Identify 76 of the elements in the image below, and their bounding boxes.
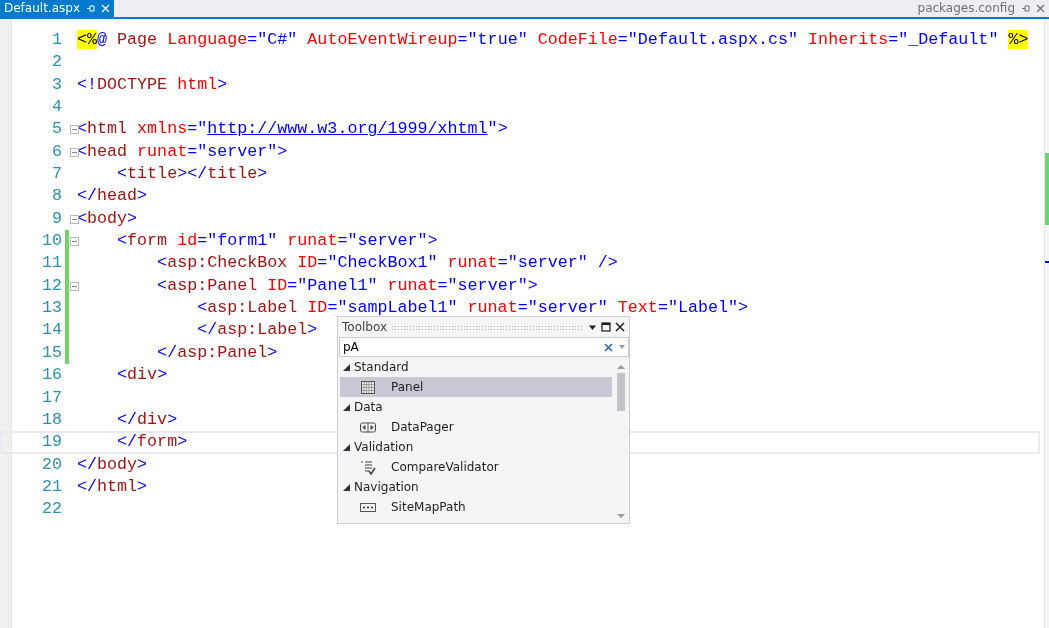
line-number: 16: [40, 364, 62, 387]
line-number: 6: [51, 140, 62, 163]
tab-label[interactable]: Default.aspx: [4, 0, 80, 17]
pager-icon: [360, 421, 376, 433]
pin-icon[interactable]: [1021, 4, 1030, 13]
search-field[interactable]: pA: [339, 337, 629, 357]
line-number: 3: [51, 73, 62, 96]
group-header[interactable]: Standard: [354, 358, 409, 376]
code-line: <!DOCTYPE html>: [77, 73, 228, 96]
vertical-scrollbar[interactable]: [1044, 19, 1049, 628]
toolbox-item[interactable]: SiteMapPath: [340, 497, 612, 517]
line-number: 21: [40, 475, 62, 498]
line-number: 10: [40, 230, 62, 253]
line-number: 22: [40, 498, 62, 521]
scroll-down-icon[interactable]: [615, 512, 627, 520]
scroll-up-icon[interactable]: [615, 363, 627, 371]
line-number: 2: [51, 51, 62, 74]
code-line: </body>: [77, 453, 148, 476]
collapse-icon[interactable]: [70, 125, 79, 135]
code-line: </asp:Panel>: [156, 341, 278, 364]
line-number: 15: [40, 341, 62, 364]
line-number: 5: [51, 118, 62, 141]
toolbox-item[interactable]: Panel: [340, 377, 612, 397]
group-header[interactable]: Validation: [354, 438, 414, 456]
line-number: 17: [40, 386, 62, 409]
checklist-icon: [360, 459, 376, 475]
code-line: <body>: [77, 207, 138, 230]
code-line: <head runat="server">: [77, 140, 288, 163]
group-header[interactable]: Navigation: [354, 478, 419, 496]
caret-icon[interactable]: [619, 345, 625, 349]
collapse-icon[interactable]: [70, 237, 79, 247]
line-number: 8: [51, 185, 62, 208]
line-number: 14: [40, 319, 62, 342]
expand-icon[interactable]: [343, 443, 350, 451]
document-tab[interactable]: packages.config: [913, 0, 1049, 17]
scroll-thumb[interactable]: [617, 373, 625, 411]
breadcrumb-icon: [360, 502, 376, 512]
collapse-icon[interactable]: [70, 214, 79, 224]
code-line: </head>: [77, 185, 148, 208]
line-number: 4: [51, 96, 62, 119]
code-line: <asp:CheckBox ID="CheckBox1" runat="server" />: [156, 252, 618, 275]
tab-label[interactable]: packages.config: [917, 0, 1015, 17]
line-number: 13: [40, 297, 62, 320]
code-line: <asp:Label ID="sampLabel1" runat="server" Text="Label">: [196, 297, 748, 320]
clear-icon[interactable]: [604, 342, 613, 352]
code-line: <title></title>: [116, 163, 268, 186]
expand-icon[interactable]: [343, 403, 350, 411]
line-number: 18: [40, 408, 62, 431]
document-tab[interactable]: Default.aspx: [0, 0, 114, 17]
code-line: </div>: [116, 408, 178, 431]
toolbox-item[interactable]: DataPager: [340, 417, 612, 437]
code-line: <div>: [116, 364, 168, 387]
line-number: 19: [40, 431, 62, 454]
grid-icon: [361, 380, 375, 394]
code-line: </asp:Label>: [196, 319, 318, 342]
line-number: 11: [40, 252, 62, 275]
expand-icon[interactable]: [343, 363, 350, 371]
maximize-icon[interactable]: [601, 322, 611, 332]
line-number: 9: [51, 207, 62, 230]
toolbox-item[interactable]: CompareValidator: [340, 457, 612, 477]
collapse-icon[interactable]: [70, 147, 79, 157]
close-icon[interactable]: [615, 322, 625, 332]
panel-title: Toolbox: [342, 319, 387, 336]
toolbox-scrollbar[interactable]: [615, 363, 627, 520]
line-number: 12: [40, 274, 62, 297]
code-line: </html>: [77, 475, 148, 498]
code-line: <asp:Panel ID="Panel1" runat="server">: [156, 274, 538, 297]
line-number: 20: [40, 453, 62, 476]
code-line: <form id="form1" runat="server">: [116, 230, 438, 253]
line-number: 1: [51, 29, 62, 51]
code-line: <html xmlns="http://www.w3.org/1999/xhtml">: [77, 118, 508, 141]
expand-icon[interactable]: [343, 483, 350, 491]
line-number: 7: [51, 163, 62, 186]
group-header[interactable]: Data: [354, 398, 383, 416]
code-line: </form>: [116, 431, 188, 454]
collapse-icon[interactable]: [70, 281, 79, 291]
